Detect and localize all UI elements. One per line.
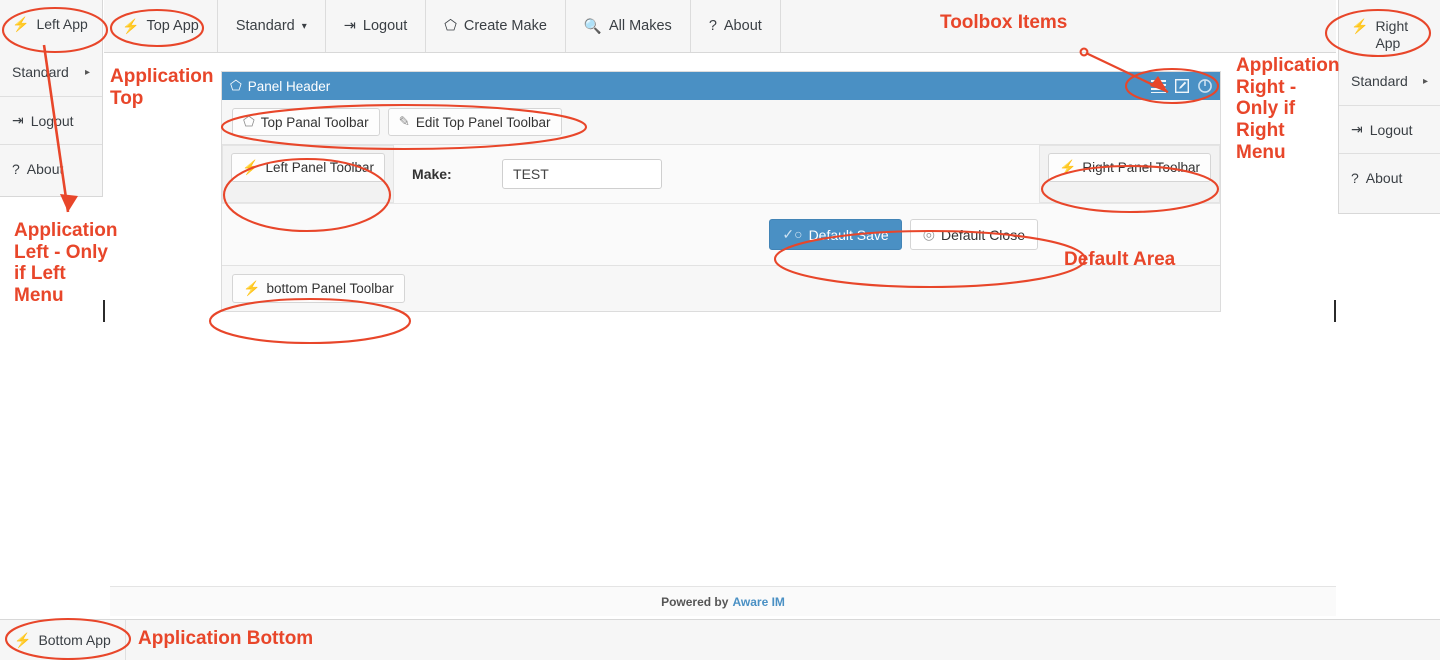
bolt-icon: ⚡: [1058, 159, 1077, 175]
panel-middle-row: ⚡ Left Panel Toolbar Make: ⚡ Right Panel…: [222, 145, 1220, 203]
bolt-icon: ⚡: [14, 631, 32, 648]
nav-item-label: About: [723, 18, 762, 34]
panel-form-area: Make:: [394, 145, 1039, 203]
application-window: ⚡ Left App Standard ▸ ⇥ Logout ? About ⚡…: [0, 0, 1440, 660]
edit-icon[interactable]: [1175, 79, 1189, 93]
x-circle-icon: ◎: [922, 226, 935, 242]
sidebar-item-logout[interactable]: ⇥ Logout: [1339, 105, 1440, 153]
sidebar-item-label: Logout: [1369, 121, 1413, 138]
sidebar-item-right-app[interactable]: ⚡ Right App: [1339, 0, 1440, 57]
edit-top-panel-toolbar-button[interactable]: ✎ Edit Top Panel Toolbar: [387, 108, 562, 136]
cube-icon: ⬠: [243, 114, 255, 129]
default-close-button[interactable]: ◎ Default Close: [909, 219, 1038, 250]
chevron-right-icon: ▸: [1422, 75, 1428, 87]
sidebar-item-label: About: [1365, 169, 1403, 186]
footer: Powered by Aware IM: [110, 586, 1336, 616]
panel-left-toolbar: ⚡ Left Panel Toolbar: [222, 145, 395, 203]
make-field-label: Make:: [412, 166, 452, 182]
refresh-icon[interactable]: [1198, 79, 1212, 93]
sidebar-item-label: Right App: [1375, 18, 1409, 51]
nav-item-label: Standard: [235, 18, 295, 34]
default-save-button[interactable]: ✓○ Default Save: [769, 219, 902, 250]
button-label: Top Panal Toolbar: [260, 114, 369, 130]
annotation-application-right: Application Right - Only if Right Menu: [1236, 55, 1340, 163]
bolt-icon: ⚡: [242, 159, 260, 175]
nav-item-top-app[interactable]: ⚡ Top App: [104, 0, 218, 52]
edit-icon: ✎: [398, 114, 410, 129]
question-icon: ?: [12, 160, 20, 177]
bolt-icon: ⚡: [243, 280, 261, 296]
nav-item-about[interactable]: ? About: [691, 0, 781, 52]
main-content-area: ⬠ Panel Header ⬠ Top Panal Toolbar ✎ Edi…: [110, 53, 1336, 609]
left-panel-toolbar-button[interactable]: ⚡ Left Panel Toolbar: [231, 153, 386, 182]
top-panal-toolbar-button[interactable]: ⬠ Top Panal Toolbar: [232, 108, 380, 136]
button-label: Default Save: [808, 226, 889, 243]
nav-item-label: All Makes: [608, 18, 672, 34]
logout-icon: ⇥: [343, 18, 356, 34]
bottom-panel-toolbar-button[interactable]: ⚡ bottom Panel Toolbar: [232, 274, 405, 303]
right-resize-handle[interactable]: [1334, 300, 1336, 322]
annotation-application-left: Application Left - Only if Left Menu: [14, 220, 118, 306]
logout-icon: ⇥: [12, 112, 24, 128]
panel-top-toolbar: ⬠ Top Panal Toolbar ✎ Edit Top Panel Too…: [222, 100, 1220, 145]
button-label: bottom Panel Toolbar: [266, 281, 394, 296]
nav-item-standard[interactable]: Standard ▾: [218, 0, 326, 52]
bottom-app-button[interactable]: ⚡ Bottom App: [0, 620, 126, 660]
right-application-menu: ⚡ Right App Standard ▸ ⇥ Logout ? About: [1338, 0, 1440, 214]
panel-header: ⬠ Panel Header: [222, 72, 1220, 100]
left-application-menu: ⚡ Left App Standard ▸ ⇥ Logout ? About: [0, 0, 103, 197]
sidebar-item-label: Standard: [1351, 73, 1408, 89]
nav-item-label: Create Make: [463, 18, 547, 34]
logout-icon: ⇥: [1351, 121, 1363, 137]
sidebar-item-about[interactable]: ? About: [1339, 153, 1440, 201]
nav-item-create-make[interactable]: ⬠ Create Make: [426, 0, 566, 52]
powered-by-text: Powered by: [661, 594, 729, 609]
bolt-icon: ⚡: [122, 17, 140, 34]
chevron-right-icon: ▸: [84, 66, 90, 78]
panel-right-toolbar: ⚡ Right Panel Toolbar: [1038, 145, 1220, 203]
sidebar-item-label: Left App: [36, 16, 88, 32]
question-icon: ?: [1351, 169, 1359, 186]
bottom-item-label: Bottom App: [38, 632, 111, 648]
nav-item-label: Top App: [146, 18, 199, 34]
panel-toolbox: [1151, 79, 1212, 93]
bolt-icon: ⚡: [1351, 18, 1369, 34]
button-label: Left Panel Toolbar: [265, 160, 375, 175]
sidebar-item-label: About: [26, 160, 64, 177]
panel-header-title: Panel Header: [247, 78, 331, 94]
sidebar-item-label: Standard: [12, 64, 69, 80]
aware-im-link[interactable]: Aware IM: [732, 595, 784, 609]
sidebar-item-standard[interactable]: Standard ▸: [0, 48, 102, 96]
question-icon: ?: [708, 18, 717, 34]
bolt-icon: ⚡: [12, 15, 30, 32]
annotation-application-bottom: Application Bottom: [138, 628, 314, 649]
right-panel-toolbar-button[interactable]: ⚡ Right Panel Toolbar: [1047, 153, 1211, 182]
cube-icon: ⬠: [444, 18, 457, 34]
nav-item-label: Logout: [362, 18, 408, 34]
cube-icon: ⬠: [230, 78, 242, 93]
panel: ⬠ Panel Header ⬠ Top Panal Toolbar ✎ Edi…: [221, 71, 1221, 312]
list-icon[interactable]: [1151, 79, 1166, 93]
sidebar-item-about[interactable]: ? About: [0, 144, 102, 192]
nav-item-all-makes[interactable]: 🔍 All Makes: [566, 0, 691, 52]
check-circle-icon: ✓○: [782, 226, 803, 242]
nav-item-logout[interactable]: ⇥ Logout: [326, 0, 427, 52]
make-input[interactable]: [502, 159, 663, 189]
top-application-menu: ⚡ Top App Standard ▾ ⇥ Logout ⬠ Create M…: [104, 0, 1336, 53]
button-label: Edit Top Panel Toolbar: [415, 114, 551, 130]
annotation-default-area: Default Area: [1064, 249, 1176, 270]
button-label: Default Close: [940, 226, 1025, 243]
annotation-application-top: Application Top: [110, 66, 214, 109]
sidebar-item-left-app[interactable]: ⚡ Left App: [0, 0, 102, 48]
search-icon: 🔍: [583, 18, 602, 35]
sidebar-item-standard[interactable]: Standard ▸: [1339, 57, 1440, 105]
sidebar-item-label: Logout: [30, 112, 74, 129]
chevron-down-icon: ▾: [301, 20, 307, 32]
panel-bottom-toolbar: ⚡ bottom Panel Toolbar: [222, 265, 1220, 311]
button-label: Right Panel Toolbar: [1082, 160, 1200, 175]
sidebar-item-logout[interactable]: ⇥ Logout: [0, 96, 102, 144]
annotation-toolbox-items: Toolbox Items: [940, 12, 1068, 33]
